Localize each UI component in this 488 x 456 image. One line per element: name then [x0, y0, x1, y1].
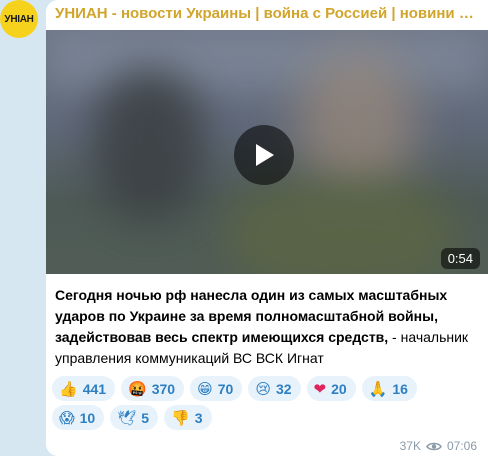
- reaction-heart[interactable]: ❤ 20: [306, 376, 356, 401]
- reaction-thumbs-up[interactable]: 👍 441: [52, 376, 116, 401]
- dove-icon: 🕊: [117, 408, 137, 427]
- reaction-scream[interactable]: 😱 10: [52, 405, 105, 430]
- reaction-count: 441: [82, 380, 107, 397]
- avatar-logo-text: УНІАН: [4, 13, 34, 25]
- crying-face-icon: 😢: [255, 379, 271, 398]
- reaction-cursing-face[interactable]: 🤬 370: [121, 376, 185, 401]
- video-blur-foreground: [226, 180, 456, 274]
- message-bubble: УНИАН - новости Украины | война с Россие…: [46, 0, 488, 456]
- message-text: Сегодня ночью рф нанесла один из самых м…: [55, 285, 475, 369]
- video-duration: 0:54: [440, 248, 480, 269]
- message-time: 07:06: [446, 439, 477, 453]
- channel-name[interactable]: УНИАН - новости Украины | война с Россие…: [55, 5, 479, 22]
- reaction-crying-face[interactable]: 😢 32: [248, 376, 301, 401]
- play-icon: [256, 144, 274, 166]
- reaction-count: 16: [392, 380, 408, 397]
- reaction-thumbs-down[interactable]: 👎 3: [164, 405, 212, 430]
- heart-icon: ❤: [313, 379, 327, 398]
- scream-icon: 😱: [59, 408, 75, 427]
- message-meta: 37K 07:06: [400, 439, 477, 453]
- grin-icon: 😁: [197, 379, 213, 398]
- reaction-count: 10: [79, 409, 96, 426]
- view-count: 37K: [399, 439, 421, 453]
- reaction-count: 370: [151, 380, 176, 397]
- eye-icon: [426, 442, 442, 450]
- video-blur-figure-right: [296, 50, 416, 200]
- reaction-pray[interactable]: 🙏 16: [361, 376, 417, 401]
- reactions-bar: 👍 441 🤬 370 😁 70 😢 32 ❤ 20 🙏 16 😱 10 🕊 5…: [52, 376, 452, 430]
- reaction-dove[interactable]: 🕊 5: [110, 405, 159, 430]
- channel-avatar[interactable]: УНІАН: [0, 0, 38, 38]
- pray-icon: 🙏: [368, 379, 388, 398]
- reaction-count: 5: [141, 409, 150, 426]
- play-button[interactable]: [234, 125, 294, 185]
- reaction-count: 20: [331, 380, 347, 397]
- thumbs-down-icon: 👎: [171, 408, 190, 427]
- reaction-count: 70: [217, 380, 234, 397]
- reaction-grin[interactable]: 😁 70: [190, 376, 243, 401]
- cursing-face-icon: 🤬: [128, 379, 147, 398]
- video-player[interactable]: 0:54: [46, 30, 488, 274]
- video-blur-figure-left: [94, 70, 204, 220]
- video-blur-bg: [46, 30, 488, 90]
- thumbs-up-icon: 👍: [59, 379, 78, 398]
- reaction-count: 3: [194, 409, 203, 426]
- reaction-count: 32: [275, 380, 292, 397]
